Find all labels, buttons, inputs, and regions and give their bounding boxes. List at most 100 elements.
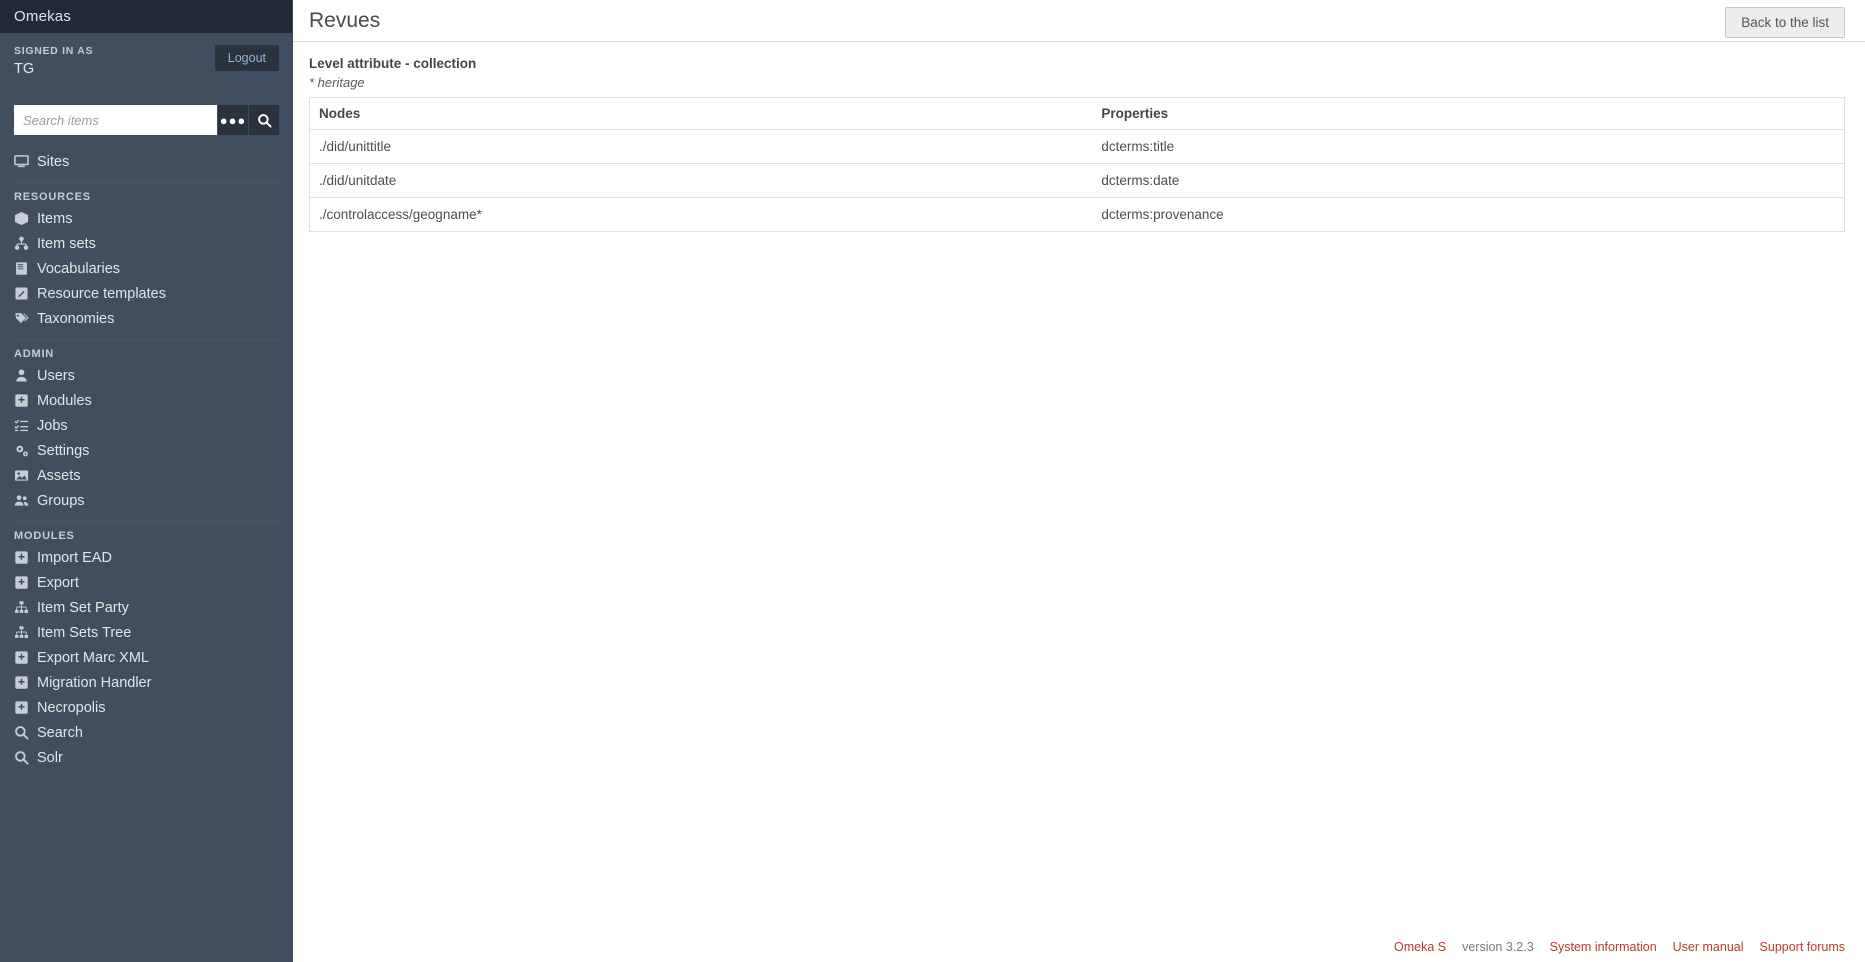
content-area: Level attribute - collection * heritage … (293, 42, 1865, 232)
cell-node: ./controlaccess/geogname* (309, 197, 1093, 232)
sidebar-item-sites[interactable]: Sites (0, 149, 293, 174)
puzzle-icon (14, 650, 37, 665)
column-header-properties: Properties (1092, 97, 1845, 130)
sidebar-item-resource-templates[interactable]: Resource templates (0, 281, 293, 306)
sidebar-item-modules[interactable]: Modules (0, 388, 293, 413)
sidebar-item-assets[interactable]: Assets (0, 463, 293, 488)
sidebar-nav: Sites RESOURCES Items Item sets Vocabula… (0, 149, 293, 770)
table-row: ./controlaccess/geogname* dcterms:proven… (309, 197, 1845, 232)
sidebar-item-solr[interactable]: Solr (0, 745, 293, 770)
footer-link-support-forums[interactable]: Support forums (1760, 940, 1845, 954)
puzzle-icon (14, 550, 37, 565)
footer-link-user-manual[interactable]: User manual (1673, 940, 1744, 954)
search-icon (14, 725, 37, 740)
sitemap-icon (14, 236, 37, 251)
nav-section-admin: ADMIN (14, 348, 55, 360)
book-icon (14, 261, 37, 276)
footer-link-omeka-s[interactable]: Omeka S (1394, 940, 1446, 954)
table-body: ./did/unittitle dcterms:title ./did/unit… (309, 129, 1845, 232)
puzzle-icon (14, 575, 37, 590)
sidebar-item-label: Sites (37, 153, 70, 170)
nav-section-resources: RESOURCES (14, 191, 91, 203)
sidebar-search: ●●● (14, 105, 279, 135)
sidebar-brand-bar: Omekas (0, 0, 293, 33)
sidebar-item-label: Export (37, 574, 79, 591)
sidebar-item-label: Items (37, 210, 73, 227)
sidebar-item-label: Item Set Party (37, 599, 129, 616)
back-to-list-button[interactable]: Back to the list (1725, 7, 1845, 38)
sidebar-item-items[interactable]: Items (0, 206, 293, 231)
sidebar-item-label: Migration Handler (37, 674, 152, 691)
sidebar-item-label: Item sets (37, 235, 96, 252)
main-content: Revues Back to the list Level attribute … (293, 0, 1865, 962)
cell-property: dcterms:title (1092, 129, 1845, 164)
nav-divider (14, 339, 279, 340)
sidebar-item-label: Item Sets Tree (37, 624, 132, 641)
sidebar-item-item-sets[interactable]: Item sets (0, 231, 293, 256)
cell-property: dcterms:date (1092, 163, 1845, 198)
sidebar-item-label: Taxonomies (37, 310, 115, 327)
sidebar-item-settings[interactable]: Settings (0, 438, 293, 463)
sidebar-item-label: Necropolis (37, 699, 106, 716)
sidebar-item-label: Groups (37, 492, 85, 509)
footer-link-system-information[interactable]: System information (1550, 940, 1657, 954)
sidebar-item-label: Solr (37, 749, 63, 766)
signed-in-block: SIGNED IN AS TG Logout (0, 33, 293, 91)
table-row: ./did/unittitle dcterms:title (309, 129, 1845, 164)
sidebar-item-users[interactable]: Users (0, 363, 293, 388)
advanced-search-button[interactable]: ●●● (218, 105, 248, 135)
sidebar-item-label: Settings (37, 442, 90, 459)
puzzle-icon (14, 700, 37, 715)
page-title: Revues (309, 8, 381, 32)
tasks-icon (14, 418, 37, 433)
sidebar-item-necropolis[interactable]: Necropolis (0, 695, 293, 720)
nav-divider (14, 182, 279, 183)
sidebar-item-jobs[interactable]: Jobs (0, 413, 293, 438)
table-header-row: Nodes Properties (309, 97, 1845, 130)
cell-node: ./did/unittitle (309, 129, 1093, 164)
heritage-note: * heritage (309, 75, 365, 90)
sidebar-item-label: Resource templates (37, 285, 166, 302)
sidebar-item-export[interactable]: Export (0, 570, 293, 595)
footer-version: version 3.2.3 (1462, 940, 1534, 954)
image-icon (14, 468, 37, 483)
admin-app: Omekas SIGNED IN AS TG Logout ●●● (0, 0, 1865, 962)
sidebar-item-label: Search (37, 724, 83, 741)
table-head: Nodes Properties (309, 97, 1845, 130)
sidebar-item-item-sets-tree[interactable]: Item Sets Tree (0, 620, 293, 645)
sidebar-item-vocabularies[interactable]: Vocabularies (0, 256, 293, 281)
pencil-square-icon (14, 286, 37, 301)
sidebar-item-label: Export Marc XML (37, 649, 149, 666)
level-attribute-heading: Level attribute - collection (309, 56, 477, 71)
footer: Omeka S version 3.2.3 System information… (1394, 940, 1845, 954)
search-icon (14, 750, 37, 765)
sidebar-item-search[interactable]: Search (0, 720, 293, 745)
column-header-nodes: Nodes (309, 97, 1093, 130)
search-input[interactable] (14, 105, 217, 135)
sidebar-item-label: Users (37, 367, 75, 384)
cell-property: dcterms:provenance (1092, 197, 1845, 232)
sidebar-item-taxonomies[interactable]: Taxonomies (0, 306, 293, 331)
puzzle-icon (14, 675, 37, 690)
sidebar-item-groups[interactable]: Groups (0, 488, 293, 513)
sidebar-item-label: Assets (37, 467, 81, 484)
sidebar-item-export-marc-xml[interactable]: Export Marc XML (0, 645, 293, 670)
mapping-table: Nodes Properties ./did/unittitle dcterms… (309, 97, 1845, 232)
nav-section-modules: MODULES (14, 530, 75, 542)
ellipsis-icon: ●●● (219, 112, 247, 128)
tags-icon (14, 311, 37, 326)
nav-divider (14, 521, 279, 522)
desktop-icon (14, 154, 37, 169)
sidebar-item-migration-handler[interactable]: Migration Handler (0, 670, 293, 695)
sidebar-item-label: Import EAD (37, 549, 112, 566)
cogs-icon (14, 443, 37, 458)
sidebar-item-item-set-party[interactable]: Item Set Party (0, 595, 293, 620)
sidebar: Omekas SIGNED IN AS TG Logout ●●● (0, 0, 293, 962)
sidebar-item-import-ead[interactable]: Import EAD (0, 545, 293, 570)
cube-icon (14, 211, 37, 226)
search-submit-button[interactable] (249, 105, 279, 135)
page-header: Revues Back to the list (293, 0, 1865, 42)
logout-button[interactable]: Logout (214, 45, 279, 71)
puzzle-icon (14, 393, 37, 408)
sidebar-item-label: Vocabularies (37, 260, 121, 277)
